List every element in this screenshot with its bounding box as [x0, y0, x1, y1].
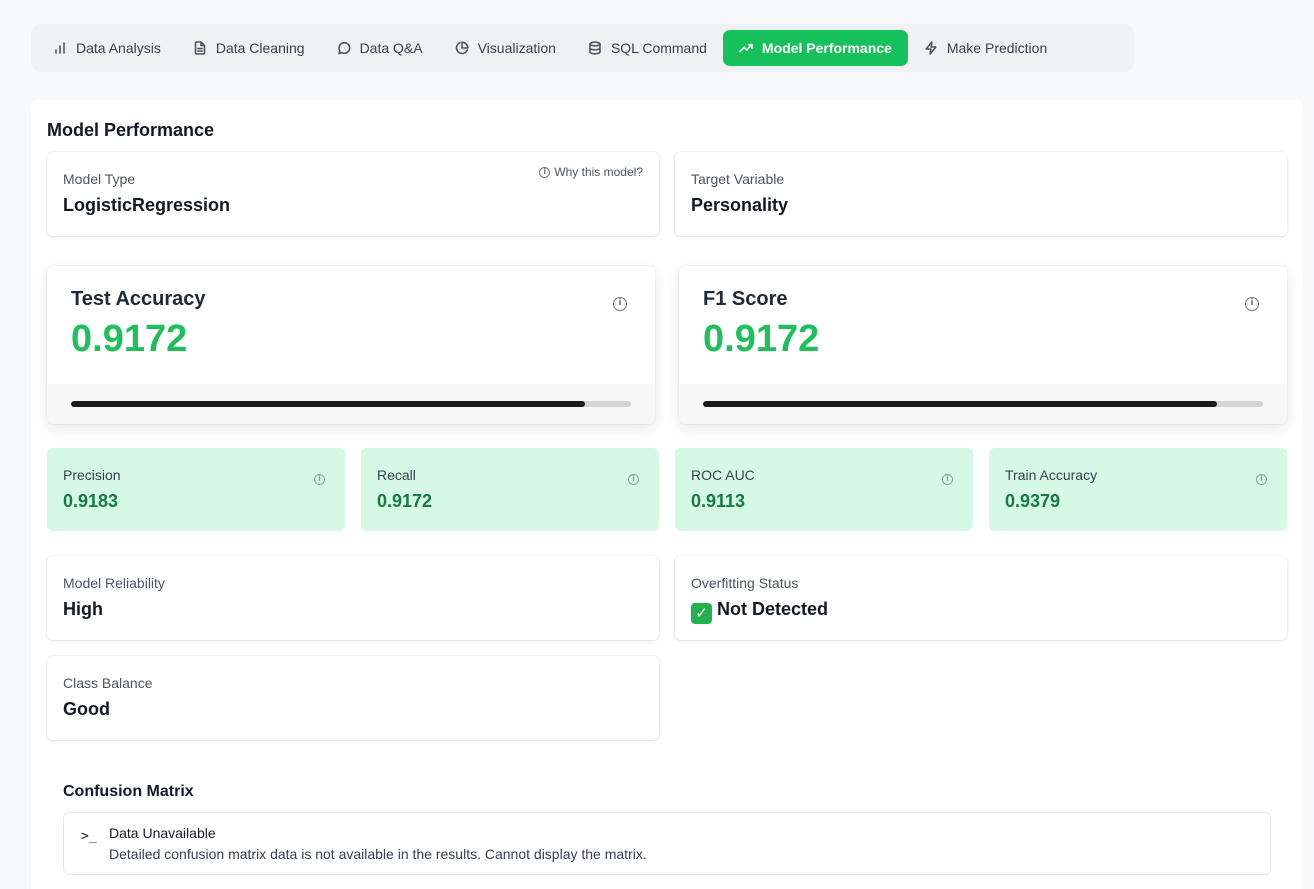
alert-title: Data Unavailable — [109, 825, 216, 841]
model-reliability-card: Model Reliability High — [47, 556, 659, 640]
class-balance-value: Good — [63, 699, 110, 719]
recall-card: Recall 0.9172 i — [361, 448, 659, 531]
info-icon: i — [1256, 473, 1267, 485]
precision-card: Precision 0.9183 i — [47, 448, 345, 531]
precision-info-button[interactable]: i — [314, 468, 325, 486]
tab-label: Data Cleaning — [215, 40, 305, 56]
terminal-icon: >_ — [81, 829, 97, 844]
f1-score-progress — [703, 401, 1263, 407]
f1-score-value: 0.9172 — [703, 318, 820, 360]
target-variable-label: Target Variable — [691, 171, 785, 187]
test-accuracy-title: Test Accuracy — [71, 288, 206, 310]
why-this-model-label: Why this model? — [554, 165, 643, 179]
bar-chart-icon — [55, 42, 65, 54]
info-icon: i — [1245, 296, 1259, 311]
alert-description: Detailed confusion matrix data is not av… — [109, 846, 647, 862]
test-accuracy-progress-fill — [71, 401, 585, 407]
tab-sql-command[interactable]: SQL Command — [572, 30, 723, 66]
test-accuracy-footer — [47, 384, 655, 424]
target-variable-value: Personality — [691, 195, 789, 215]
train-accuracy-card: Train Accuracy 0.9379 i — [989, 448, 1287, 531]
target-variable-card: Target Variable Personality — [675, 152, 1287, 236]
tab-model-performance[interactable]: Model Performance — [722, 30, 908, 66]
tab-label: Data Q&A — [359, 40, 423, 56]
model-type-label: Model Type — [63, 171, 136, 187]
model-type-card: Model Type LogisticRegression i Why this… — [47, 152, 659, 236]
overfitting-status-value: Not Detected — [717, 599, 829, 619]
section-title: Model Performance — [47, 120, 215, 140]
model-performance-panel: Model Performance Model Type LogisticReg… — [31, 100, 1303, 889]
tab-label: Data Analysis — [76, 40, 161, 56]
precision-value: 0.9183 — [63, 491, 119, 511]
test-accuracy-card: Test Accuracy 0.9172 i — [47, 266, 655, 424]
model-type-value: LogisticRegression — [63, 195, 231, 215]
info-icon: i — [314, 473, 325, 485]
train-accuracy-label: Train Accuracy — [1005, 467, 1098, 483]
model-reliability-label: Model Reliability — [63, 575, 165, 591]
class-balance-card: Class Balance Good — [47, 656, 659, 740]
tab-make-prediction[interactable]: Make Prediction — [908, 30, 1063, 66]
test-accuracy-progress — [71, 401, 631, 407]
overfitting-status-value-wrap: ✓ Not Detected — [691, 599, 828, 624]
confusion-matrix-title: Confusion Matrix — [63, 783, 194, 800]
tab-label: SQL Command — [610, 40, 707, 56]
recall-info-button[interactable]: i — [628, 468, 639, 486]
trending-up-icon — [739, 43, 753, 53]
f1-score-card: F1 Score 0.9172 i — [679, 266, 1287, 424]
precision-label: Precision — [63, 467, 121, 483]
tab-data-cleaning[interactable]: Data Cleaning — [177, 30, 321, 66]
database-icon — [589, 41, 601, 55]
f1-score-info-button[interactable]: i — [1245, 292, 1259, 311]
tab-visualization[interactable]: Visualization — [439, 30, 572, 66]
why-this-model-button[interactable]: i Why this model? — [539, 165, 643, 179]
recall-label: Recall — [377, 467, 416, 483]
info-icon: i — [628, 473, 639, 485]
test-accuracy-info-button[interactable]: i — [613, 292, 627, 311]
f1-score-footer — [679, 384, 1287, 424]
tab-label: Model Performance — [761, 40, 892, 56]
pie-chart-icon — [455, 41, 469, 55]
tab-bar: Data Analysis Data Cleaning Data Q&A Vis… — [31, 24, 1134, 72]
test-accuracy-value: 0.9172 — [71, 318, 188, 360]
tab-label: Make Prediction — [946, 40, 1048, 56]
f1-score-title: F1 Score — [703, 288, 788, 310]
recall-value: 0.9172 — [377, 491, 433, 511]
f1-score-progress-fill — [703, 401, 1217, 407]
check-mark-icon: ✓ — [691, 602, 712, 624]
tab-label: Visualization — [477, 40, 556, 56]
class-balance-label: Class Balance — [63, 675, 153, 691]
file-text-icon — [194, 41, 206, 55]
tab-data-analysis[interactable]: Data Analysis — [37, 30, 177, 66]
info-icon: i — [942, 473, 953, 485]
model-reliability-value: High — [63, 599, 103, 619]
train-accuracy-info-button[interactable]: i — [1256, 468, 1267, 486]
roc-auc-info-button[interactable]: i — [942, 468, 953, 486]
overfitting-status-label: Overfitting Status — [691, 575, 799, 591]
roc-auc-value: 0.9113 — [691, 491, 746, 511]
roc-auc-card: ROC AUC 0.9113 i — [675, 448, 973, 531]
zap-icon — [925, 41, 937, 55]
overfitting-status-card: Overfitting Status ✓ Not Detected — [675, 556, 1287, 640]
roc-auc-label: ROC AUC — [691, 467, 755, 483]
train-accuracy-value: 0.9379 — [1005, 491, 1061, 511]
tab-data-qa[interactable]: Data Q&A — [321, 30, 439, 66]
message-circle-icon — [337, 41, 351, 55]
info-icon: i — [539, 166, 551, 178]
info-icon: i — [613, 296, 627, 311]
data-unavailable-alert: >_ Data Unavailable Detailed confusion m… — [63, 812, 1271, 875]
